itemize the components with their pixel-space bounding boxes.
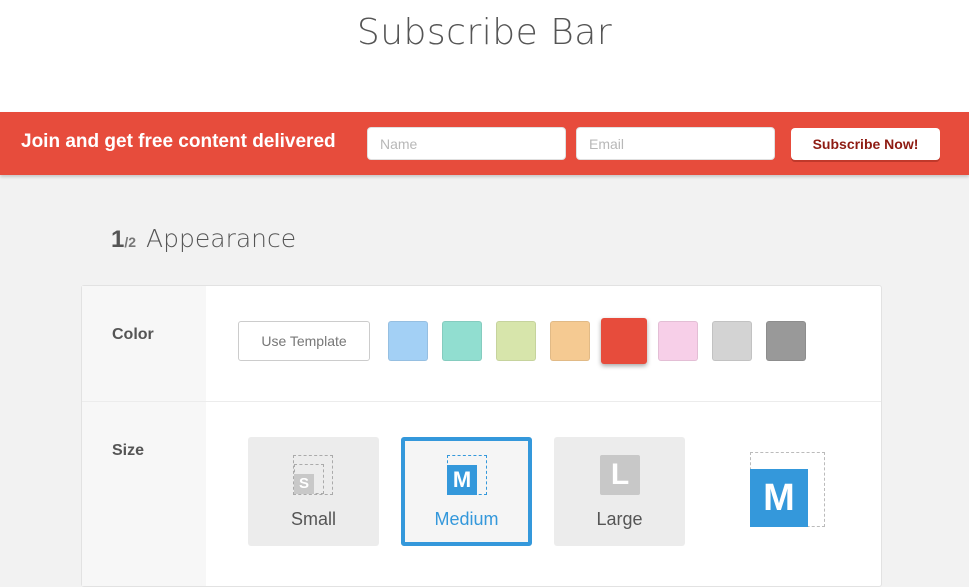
step-label: Appearance — [146, 224, 297, 253]
size-option-label: Medium — [434, 509, 499, 529]
subscribe-bar-text: Join and get free content delivered — [21, 131, 336, 152]
step-number: 1 — [111, 226, 125, 253]
small-size-icon: S — [293, 455, 333, 495]
step-heading: 1/2 Appearance — [111, 224, 296, 254]
size-option-label: Small — [290, 509, 336, 529]
subscribe-button[interactable]: Subscribe Now! — [791, 128, 940, 160]
swatch-gray[interactable] — [766, 321, 806, 361]
swatch-pink[interactable] — [658, 321, 698, 361]
size-row-label: Size — [112, 442, 145, 459]
size-preview: M — [750, 452, 825, 527]
row-divider — [82, 401, 881, 402]
swatch-light-green[interactable] — [496, 321, 536, 361]
size-option-label: Large — [596, 509, 643, 529]
size-option-small[interactable]: S Small — [248, 437, 379, 546]
subscribe-bar: Join and get free content delivered Subs… — [0, 112, 969, 175]
swatch-red[interactable] — [601, 318, 647, 364]
settings-panel: Color Use Template Size S Small M Medium… — [81, 285, 882, 587]
use-template-button[interactable]: Use Template — [238, 321, 370, 361]
swatch-peach[interactable] — [550, 321, 590, 361]
step-total: /2 — [124, 234, 137, 250]
large-size-icon: L — [600, 455, 640, 495]
swatch-light-blue[interactable] — [388, 321, 428, 361]
swatch-light-gray[interactable] — [712, 321, 752, 361]
page-title: Subscribe Bar — [356, 12, 613, 53]
email-input[interactable] — [576, 127, 775, 160]
name-input[interactable] — [367, 127, 566, 160]
size-option-large[interactable]: L Large — [554, 437, 685, 546]
header-area: Subscribe Bar — [0, 0, 969, 112]
color-row-label: Color — [112, 326, 154, 343]
size-option-medium[interactable]: M Medium — [401, 437, 532, 546]
swatch-mint[interactable] — [442, 321, 482, 361]
medium-size-icon: M — [447, 455, 487, 495]
preview-letter-icon: M — [750, 469, 808, 527]
